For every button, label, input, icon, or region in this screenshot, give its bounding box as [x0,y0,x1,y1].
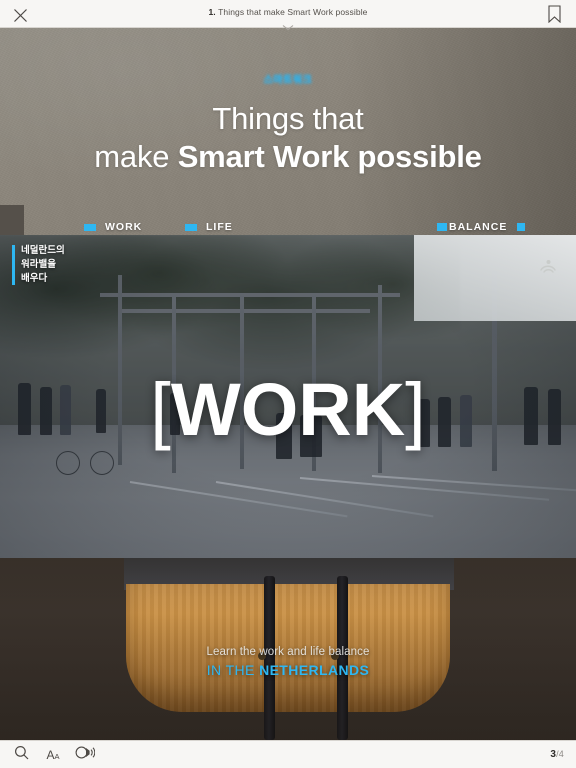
page-indicator: 3/4 [550,749,564,760]
document-title-text: Things that make Smart Work possible [218,7,368,17]
korean-caption-line3: 배우다 [21,272,48,284]
footer-caption-line2-bold: NETHERLANDS [259,662,370,678]
bookmark-icon [548,5,561,27]
hero-kicker-text: 스마트워크 [263,75,313,86]
top-toolbar: 1. Things that make Smart Work possible [0,0,576,31]
footer-caption-line2: IN THE NETHERLANDS [0,662,576,678]
font-size-icon: AA [46,749,59,761]
work-photo: 네덜란드의 워라밸을 배우다 [WORK] [0,235,576,558]
chip-marker-icon [185,223,197,231]
page-content: 스마트워크 Things that make Smart Work possib… [0,28,576,740]
chip-balance[interactable]: BALANCE [437,221,526,233]
hero-kicker: 스마트워크 [0,70,576,88]
font-size-button[interactable]: AA [40,745,66,765]
korean-caption-line2: 워라밸을 [21,258,56,270]
footer-caption-line1: Learn the work and life balance [206,646,370,658]
caption-accent-bar [12,245,15,285]
chip-marker-icon [437,223,447,231]
bookmark-button[interactable] [548,5,564,25]
hero-heading-line1: Things that [212,101,364,136]
document-title-number: 1. [208,7,216,17]
korean-caption-lines: 네덜란드의 워라밸을 배우다 [21,244,65,285]
korean-caption-line1: 네덜란드의 [21,245,65,256]
audio-button[interactable] [73,745,97,765]
chip-work-label: WORK [105,221,143,233]
document-title: 1. Things that make Smart Work possible [0,7,576,17]
chair-photo: Learn the work and life balance IN THE N… [0,558,576,740]
chip-life-label: LIFE [206,221,233,233]
photo-right-panel [414,235,576,321]
hero-heading-line2-light: make [94,138,178,174]
chevron-down-icon [281,18,295,35]
left-edge-block [0,205,24,235]
chip-marker-trailing-icon [517,223,526,231]
chip-life[interactable]: LIFE [185,221,233,233]
bottom-toolbar: AA 3/4 [0,740,576,768]
korean-caption: 네덜란드의 워라밸을 배우다 [12,244,65,285]
ebook-reader-page: 1. Things that make Smart Work possible [0,0,576,768]
hero-heading-line2-bold: Smart Work possible [177,138,482,174]
chip-work[interactable]: WORK [84,221,142,233]
audio-speaker-icon [75,745,96,765]
work-open-bracket: [ [150,368,171,451]
footer-caption: Learn the work and life balance IN THE N… [0,646,576,678]
hero-heading-line2: make Smart Work possible [0,138,576,176]
work-section-title: [WORK] [0,373,576,447]
font-size-large-a: A [46,748,55,762]
page-total: /4 [556,749,564,759]
wifi-signal-icon [538,259,560,273]
chip-balance-label: BALANCE [449,221,508,233]
search-button[interactable] [10,745,32,765]
work-close-bracket: ] [405,368,426,451]
chip-marker-icon [84,223,96,231]
work-label: WORK [170,368,406,451]
footer-caption-line2-light: IN THE [206,662,260,678]
hero-heading: Things that make Smart Work possible [0,100,576,176]
search-icon [14,745,29,765]
font-size-small-a: A [54,752,60,761]
toc-expand-button[interactable] [281,18,295,31]
